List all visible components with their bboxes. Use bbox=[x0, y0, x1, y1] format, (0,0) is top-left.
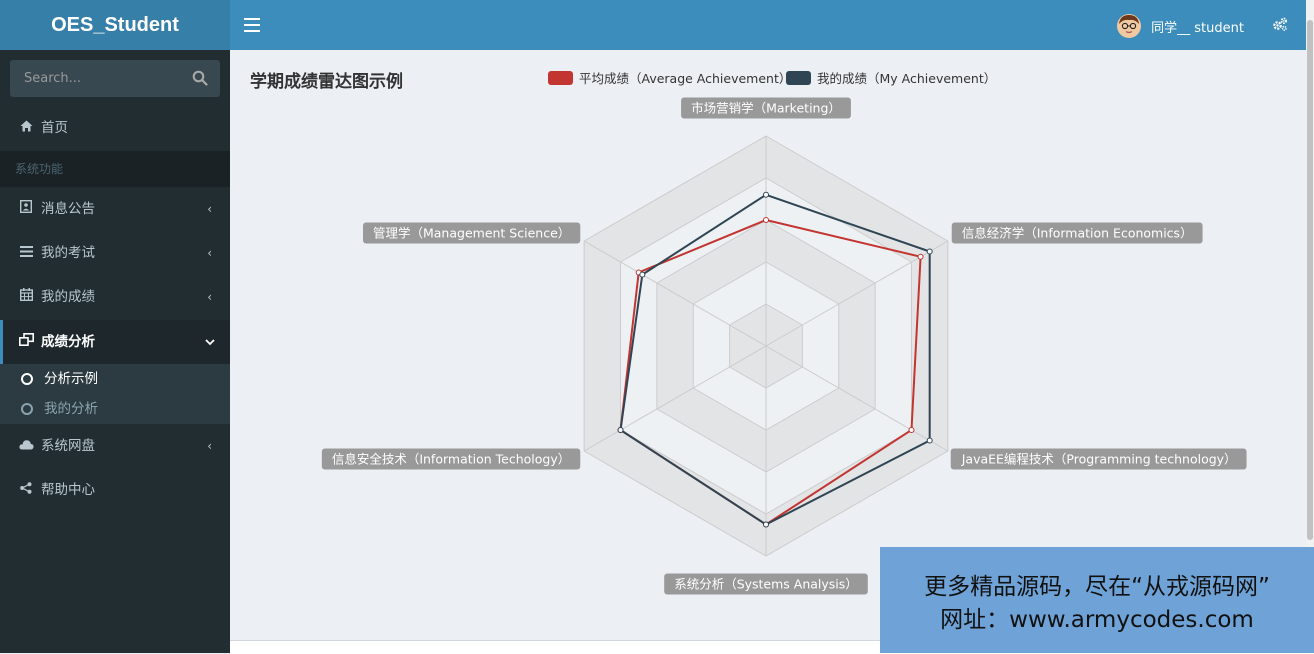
scrollbar-thumb[interactable] bbox=[1307, 20, 1313, 540]
radar-data-point[interactable] bbox=[763, 521, 769, 528]
sidebar-item-label: 系统网盘 bbox=[41, 438, 95, 454]
sidebar-item-help[interactable]: 帮助中心 bbox=[0, 468, 230, 512]
window-icon bbox=[18, 320, 34, 364]
calendar-icon bbox=[18, 275, 34, 319]
sidebar: 首页 系统功能 消息公告 ‹ 我的考试 ‹ 我的成绩 ‹ 成绩分析 bbox=[0, 50, 230, 653]
circle-icon bbox=[21, 403, 33, 415]
analysis-submenu: 分析示例 我的分析 bbox=[0, 364, 230, 424]
chevron-left-icon: ‹ bbox=[207, 202, 212, 216]
sidebar-item-grades[interactable]: 我的成绩 ‹ bbox=[0, 275, 230, 319]
hamburger-icon[interactable] bbox=[244, 14, 260, 36]
indicator-text: 市场营销学（Marketing） bbox=[691, 101, 841, 116]
list-icon bbox=[18, 231, 34, 275]
radar-indicator-label: 市场营销学（Marketing） bbox=[681, 97, 851, 119]
chevron-left-icon: ‹ bbox=[207, 439, 212, 453]
sidebar-item-label: 首页 bbox=[41, 120, 68, 136]
search-input[interactable] bbox=[10, 60, 194, 97]
id-card-icon bbox=[18, 187, 34, 231]
radar-indicator-label: 系统分析（Systems Analysis） bbox=[664, 573, 868, 595]
chevron-down-icon bbox=[205, 320, 215, 364]
radar-data-point[interactable] bbox=[908, 427, 915, 433]
chevron-left-icon: ‹ bbox=[207, 246, 212, 260]
sidebar-item-label: 帮助中心 bbox=[41, 482, 95, 498]
sidebar-item-label: 成绩分析 bbox=[41, 334, 95, 350]
share-icon bbox=[18, 468, 34, 512]
radar-data-point[interactable] bbox=[917, 253, 924, 260]
submenu-item-label: 分析示例 bbox=[44, 371, 98, 387]
watermark-line-1: 更多精品源码，尽在“从戎源码网” bbox=[924, 574, 1270, 600]
cloud-icon bbox=[18, 424, 34, 468]
radar-indicator-label: 信息安全技术（Information Techology） bbox=[321, 448, 581, 470]
radar-indicator-label: 管理学（Management Science） bbox=[362, 222, 581, 244]
watermark-banner: 更多精品源码，尽在“从戎源码网” 网址：www.armycodes.com bbox=[880, 547, 1314, 653]
sidebar-item-home[interactable]: 首页 bbox=[0, 106, 230, 150]
sidebar-item-label: 消息公告 bbox=[41, 201, 95, 217]
submenu-item-my-analysis[interactable]: 我的分析 bbox=[0, 394, 230, 424]
radar-data-point[interactable] bbox=[926, 437, 933, 444]
sidebar-search bbox=[10, 60, 220, 97]
sidebar-item-label: 我的考试 bbox=[41, 245, 95, 261]
submenu-item-example[interactable]: 分析示例 bbox=[0, 364, 230, 394]
indicator-text: 信息经济学（Information Economics） bbox=[962, 226, 1193, 241]
indicator-text: JavaEE编程技术（Programming technology） bbox=[961, 452, 1237, 467]
avatar bbox=[1117, 14, 1142, 38]
top-navbar: 同学__ student bbox=[230, 0, 1314, 50]
indicator-text: 信息安全技术（Information Techology） bbox=[332, 452, 570, 467]
watermark-line-2: 网址：www.armycodes.com bbox=[940, 607, 1254, 633]
sidebar-section-header: 系统功能 bbox=[0, 151, 230, 187]
radar-data-point[interactable] bbox=[617, 427, 624, 433]
sidebar-item-cloud-disk[interactable]: 系统网盘 ‹ bbox=[0, 424, 230, 468]
app-logo[interactable]: OES_Student bbox=[0, 0, 230, 50]
indicator-text: 系统分析（Systems Analysis） bbox=[674, 577, 858, 592]
sidebar-item-notices[interactable]: 消息公告 ‹ bbox=[0, 187, 230, 231]
sidebar-item-analysis[interactable]: 成绩分析 bbox=[0, 320, 230, 364]
radar-indicator-label: 信息经济学（Information Economics） bbox=[951, 222, 1203, 244]
radar-indicator-label: JavaEE编程技术（Programming technology） bbox=[950, 448, 1247, 470]
sidebar-item-exams[interactable]: 我的考试 ‹ bbox=[0, 231, 230, 275]
radar-data-point[interactable] bbox=[763, 217, 769, 223]
search-icon[interactable] bbox=[192, 70, 208, 86]
gears-icon[interactable] bbox=[1272, 16, 1288, 32]
radar-data-point[interactable] bbox=[926, 248, 933, 255]
chevron-left-icon: ‹ bbox=[207, 290, 212, 304]
submenu-item-label: 我的分析 bbox=[44, 401, 98, 417]
user-name: 同学__ student bbox=[1151, 20, 1244, 36]
circle-icon bbox=[21, 373, 33, 385]
radar-data-point[interactable] bbox=[639, 271, 646, 278]
indicator-text: 管理学（Management Science） bbox=[373, 226, 570, 241]
sidebar-item-label: 我的成绩 bbox=[41, 289, 95, 305]
radar-data-point[interactable] bbox=[763, 191, 769, 198]
home-icon bbox=[18, 106, 34, 150]
user-menu[interactable]: 同学__ student bbox=[1117, 13, 1244, 39]
